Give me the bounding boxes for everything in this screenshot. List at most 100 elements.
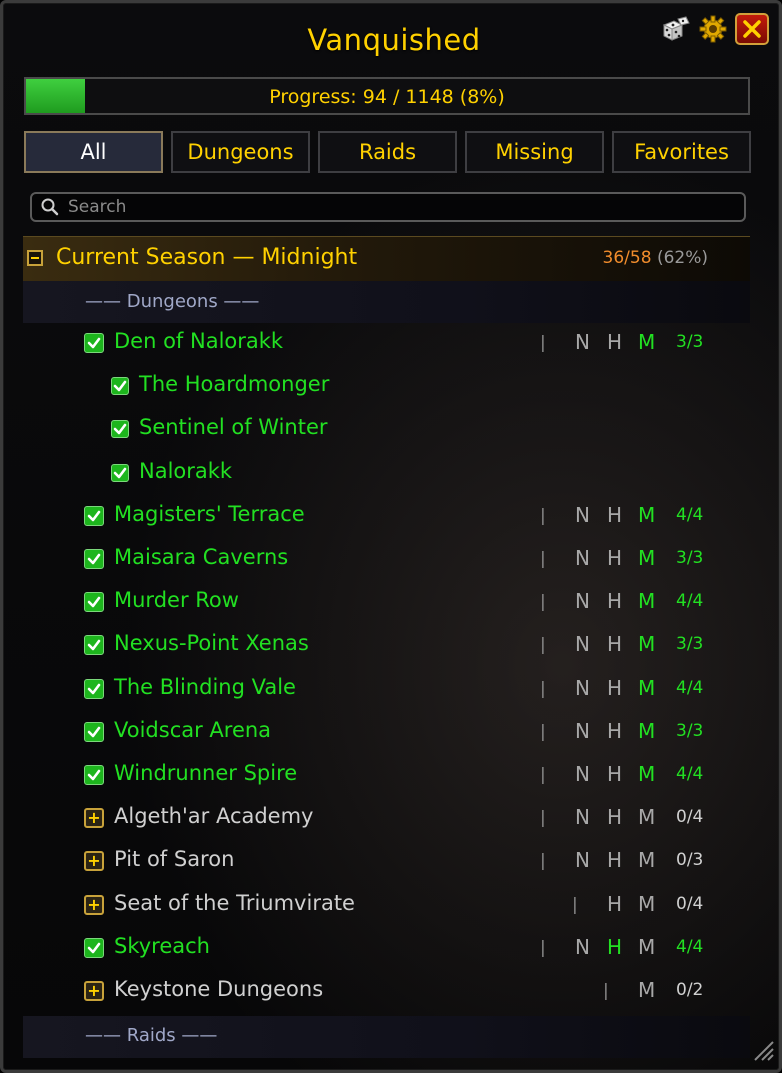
difficulty-H[interactable]: H	[607, 546, 622, 570]
difficulty-N[interactable]: N	[575, 632, 590, 656]
plus-icon[interactable]: +	[84, 851, 104, 872]
instance-row[interactable]: Windrunner Spire | N H M 4/4	[3, 756, 782, 796]
checkbox-checked-icon[interactable]	[84, 333, 104, 353]
search-input[interactable]	[66, 196, 744, 218]
close-icon[interactable]	[735, 13, 769, 45]
instance-count: 4/4	[676, 591, 704, 612]
instance-count: 3/3	[676, 332, 704, 352]
difficulty-M[interactable]: M	[638, 848, 655, 872]
instance-count: 3/3	[676, 720, 704, 741]
checkbox-checked-icon[interactable]	[84, 549, 104, 569]
difficulty-H[interactable]: H	[607, 632, 622, 656]
difficulty-N[interactable]: N	[575, 935, 590, 959]
difficulty-M[interactable]: M	[638, 589, 655, 613]
difficulty-N[interactable]: N	[575, 330, 590, 354]
separator: |	[603, 981, 609, 1001]
instance-row[interactable]: Magisters' Terrace | N H M 4/4	[3, 497, 782, 537]
difficulty-N[interactable]: N	[575, 762, 590, 786]
checkbox-checked-icon[interactable]	[84, 505, 104, 526]
difficulty-H[interactable]: H	[607, 330, 622, 354]
difficulty-M[interactable]: M	[638, 978, 655, 1002]
difficulty-H[interactable]: H	[607, 719, 622, 743]
instance-row[interactable]: + Pit of Saron | N H M 0/3	[3, 842, 782, 882]
instance-count: 4/4	[676, 504, 704, 525]
instance-row[interactable]: Den of Nalorakk | N H M 3/3	[3, 324, 782, 364]
difficulty-M[interactable]: M	[638, 805, 655, 829]
plus-icon[interactable]: +	[84, 808, 104, 829]
difficulty-M[interactable]: M	[638, 503, 655, 527]
instance-row[interactable]: + Algeth'ar Academy | N H M 0/4	[3, 799, 782, 839]
difficulty-H[interactable]: H	[607, 805, 622, 829]
resize-grip-icon[interactable]	[749, 1036, 775, 1066]
instance-name: Murder Row	[114, 588, 239, 613]
difficulty-H[interactable]: H	[607, 935, 622, 959]
plus-icon[interactable]: +	[84, 981, 104, 1001]
section-title: Current Season — Midnight	[56, 245, 358, 270]
tab-missing[interactable]: Missing	[465, 131, 604, 173]
section-current-season[interactable]: Current Season — Midnight 36/58 (62%)	[23, 236, 750, 281]
difficulty-N[interactable]: N	[575, 719, 590, 743]
checkbox-checked-icon[interactable]	[84, 592, 104, 613]
instance-name: Nexus-Point Xenas	[114, 631, 309, 656]
instance-row[interactable]: + Keystone Dungeons | M 0/2	[3, 972, 782, 1012]
tab-all[interactable]: All	[24, 131, 163, 173]
instance-row[interactable]: Voidscar Arena | N H M 3/3	[3, 713, 782, 753]
difficulty-M[interactable]: M	[638, 762, 655, 786]
difficulty-H[interactable]: H	[607, 503, 622, 527]
instance-row[interactable]: Maisara Caverns | N H M 3/3	[3, 540, 782, 580]
vanquished-window: Vanquished Progress: 94 / 1148 (8%) All …	[0, 0, 782, 1073]
difficulty-N[interactable]: N	[575, 805, 590, 829]
gear-icon[interactable]	[697, 13, 729, 45]
tab-favorites[interactable]: Favorites	[612, 131, 751, 173]
boss-name: Sentinel of Winter	[139, 415, 328, 440]
difficulty-N[interactable]: N	[575, 546, 590, 570]
difficulty-N[interactable]: N	[575, 676, 590, 700]
separator: |	[540, 808, 546, 829]
checkbox-checked-icon[interactable]	[84, 635, 104, 656]
section-count: 36/58 (62%)	[603, 248, 708, 268]
instance-row[interactable]: Nexus-Point Xenas | N H M 3/3	[3, 626, 782, 666]
difficulty-N[interactable]: N	[575, 848, 590, 872]
progress-label: Progress: 94 / 1148 (8%)	[269, 86, 505, 108]
difficulty-H[interactable]: H	[607, 762, 622, 786]
checkbox-checked-icon[interactable]	[84, 765, 104, 785]
difficulty-H[interactable]: H	[607, 589, 622, 613]
checkbox-checked-icon[interactable]	[84, 937, 104, 958]
search-icon	[40, 197, 60, 217]
difficulty-M[interactable]: M	[638, 546, 655, 570]
minus-icon[interactable]	[27, 250, 43, 266]
difficulty-N[interactable]: N	[575, 503, 590, 527]
difficulty-M[interactable]: M	[638, 632, 655, 656]
difficulty-M[interactable]: M	[638, 330, 655, 354]
raids-subheader: —— Raids ——	[85, 1025, 218, 1046]
instance-count: 0/3	[676, 850, 704, 871]
difficulty-H[interactable]: H	[607, 848, 622, 872]
difficulty-M[interactable]: M	[638, 719, 655, 743]
separator: |	[540, 851, 546, 872]
checkbox-checked-icon[interactable]	[84, 721, 104, 742]
dice-icon[interactable]	[659, 13, 691, 45]
instance-row[interactable]: The Blinding Vale | N H M 4/4	[3, 670, 782, 710]
boss-name: Nalorakk	[139, 458, 233, 483]
plus-icon[interactable]: +	[84, 894, 104, 915]
instance-count: 0/4	[676, 807, 704, 828]
checkbox-checked-icon[interactable]	[84, 678, 104, 699]
boss-row: Sentinel of Winter	[3, 410, 782, 450]
separator: |	[540, 765, 546, 785]
separator: |	[540, 635, 546, 656]
instance-row[interactable]: + Seat of the Triumvirate | H M 0/4	[3, 886, 782, 926]
instance-name: The Blinding Vale	[114, 674, 296, 699]
difficulty-N[interactable]: N	[575, 589, 590, 613]
difficulty-H[interactable]: H	[607, 892, 622, 916]
instance-row[interactable]: Skyreach | N H M 4/4	[3, 929, 782, 969]
instance-row[interactable]: Murder Row | N H M 4/4	[3, 583, 782, 623]
difficulty-M[interactable]: M	[638, 892, 655, 916]
instance-name: Skyreach	[114, 933, 210, 958]
instance-count: 0/2	[676, 980, 704, 1000]
tab-raids[interactable]: Raids	[318, 131, 457, 173]
instance-count: 0/4	[676, 893, 704, 914]
difficulty-M[interactable]: M	[638, 676, 655, 700]
difficulty-H[interactable]: H	[607, 676, 622, 700]
difficulty-M[interactable]: M	[638, 935, 655, 959]
tab-dungeons[interactable]: Dungeons	[171, 131, 310, 173]
